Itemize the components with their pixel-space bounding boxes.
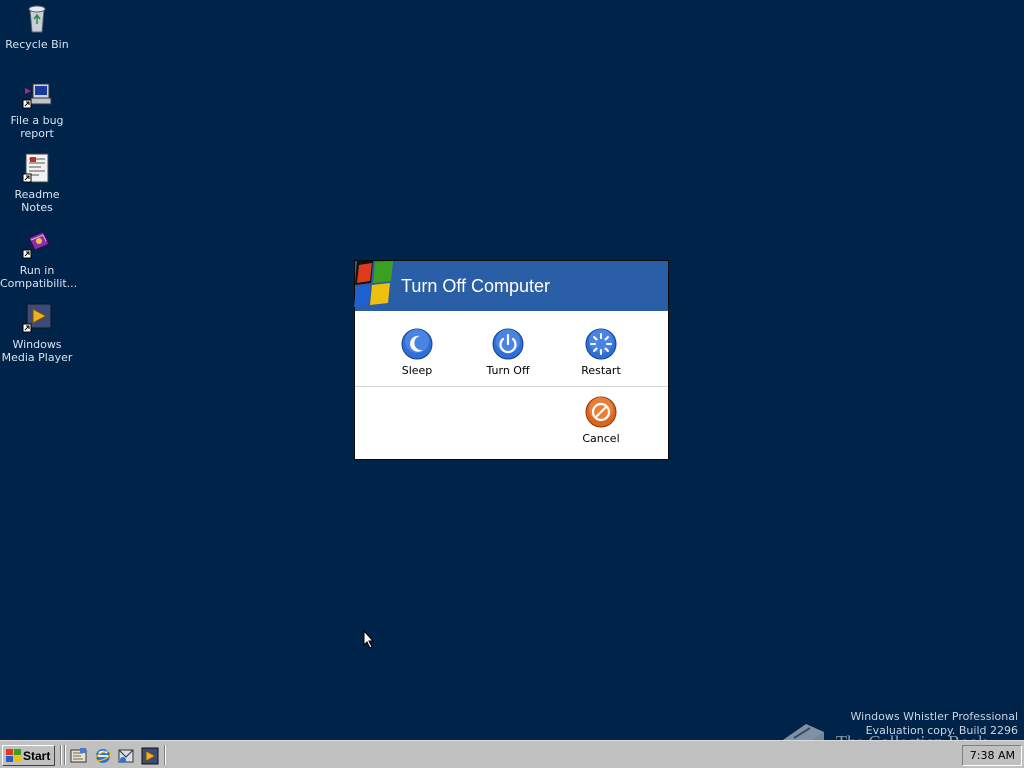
sleep-button[interactable]: Sleep <box>382 328 452 377</box>
compatibility-icon <box>22 231 50 259</box>
power-icon <box>492 328 524 360</box>
taskbar-separator <box>164 745 166 765</box>
desktop-icon-label: File a bug report <box>10 114 64 140</box>
cancel-icon <box>585 396 617 428</box>
media-player-quicklaunch-icon[interactable] <box>141 747 159 765</box>
media-player-icon <box>22 303 52 333</box>
restart-icon <box>585 328 617 360</box>
turn-off-button[interactable]: Turn Off <box>473 328 543 377</box>
watermark-line-1: Windows Whistler Professional <box>850 710 1019 723</box>
internet-explorer-icon[interactable] <box>94 747 112 765</box>
recycle-bin-icon <box>28 5 46 33</box>
taskbar: Start 7:38 AM <box>0 740 1024 768</box>
turn-off-label: Turn Off <box>486 364 530 377</box>
readme-notes-icon <box>22 153 49 183</box>
windows-logo-icon <box>354 261 393 307</box>
cancel-button[interactable]: Cancel <box>566 396 636 445</box>
sleep-label: Sleep <box>401 364 433 377</box>
bug-report-icon <box>22 83 52 109</box>
desktop-icon-label: Recycle Bin <box>5 38 69 51</box>
mouse-cursor-icon <box>363 630 375 649</box>
dialog-header: Turn Off Computer <box>354 261 668 311</box>
start-label: Start <box>23 749 51 763</box>
desktop-icon-label: Windows Media Player <box>1 338 73 364</box>
clock[interactable]: 7:38 AM <box>970 749 1015 762</box>
show-desktop-icon[interactable] <box>70 747 88 765</box>
dialog-title: Turn Off Computer <box>401 276 551 296</box>
turn-off-dialog: Turn Off Computer Sleep Turn Off Restart <box>354 260 669 460</box>
sleep-icon <box>401 328 433 360</box>
windows-flag-icon <box>6 749 21 762</box>
taskbar-separator <box>64 745 66 765</box>
start-button[interactable]: Start <box>2 745 55 766</box>
restart-button[interactable]: Restart <box>566 328 636 377</box>
outlook-icon[interactable] <box>117 747 135 765</box>
desktop-icon-file-bug-report[interactable]: File a bug report <box>0 78 74 140</box>
desktop-icon-readme-notes[interactable]: Readme Notes <box>0 152 74 214</box>
desktop-icon-windows-media-player[interactable]: Windows Media Player <box>0 302 74 364</box>
system-tray: 7:38 AM <box>962 745 1022 766</box>
restart-label: Restart <box>581 364 621 377</box>
cancel-label: Cancel <box>582 432 620 445</box>
desktop-icon-label: Run in Compatibilit... <box>0 264 78 290</box>
desktop-icon-label: Readme Notes <box>14 188 60 214</box>
taskbar-separator <box>60 745 62 765</box>
dialog-divider <box>355 386 668 387</box>
desktop-icon-recycle-bin[interactable]: Recycle Bin <box>0 2 74 51</box>
desktop-icon-run-in-compatibility[interactable]: Run in Compatibilit... <box>0 228 78 290</box>
